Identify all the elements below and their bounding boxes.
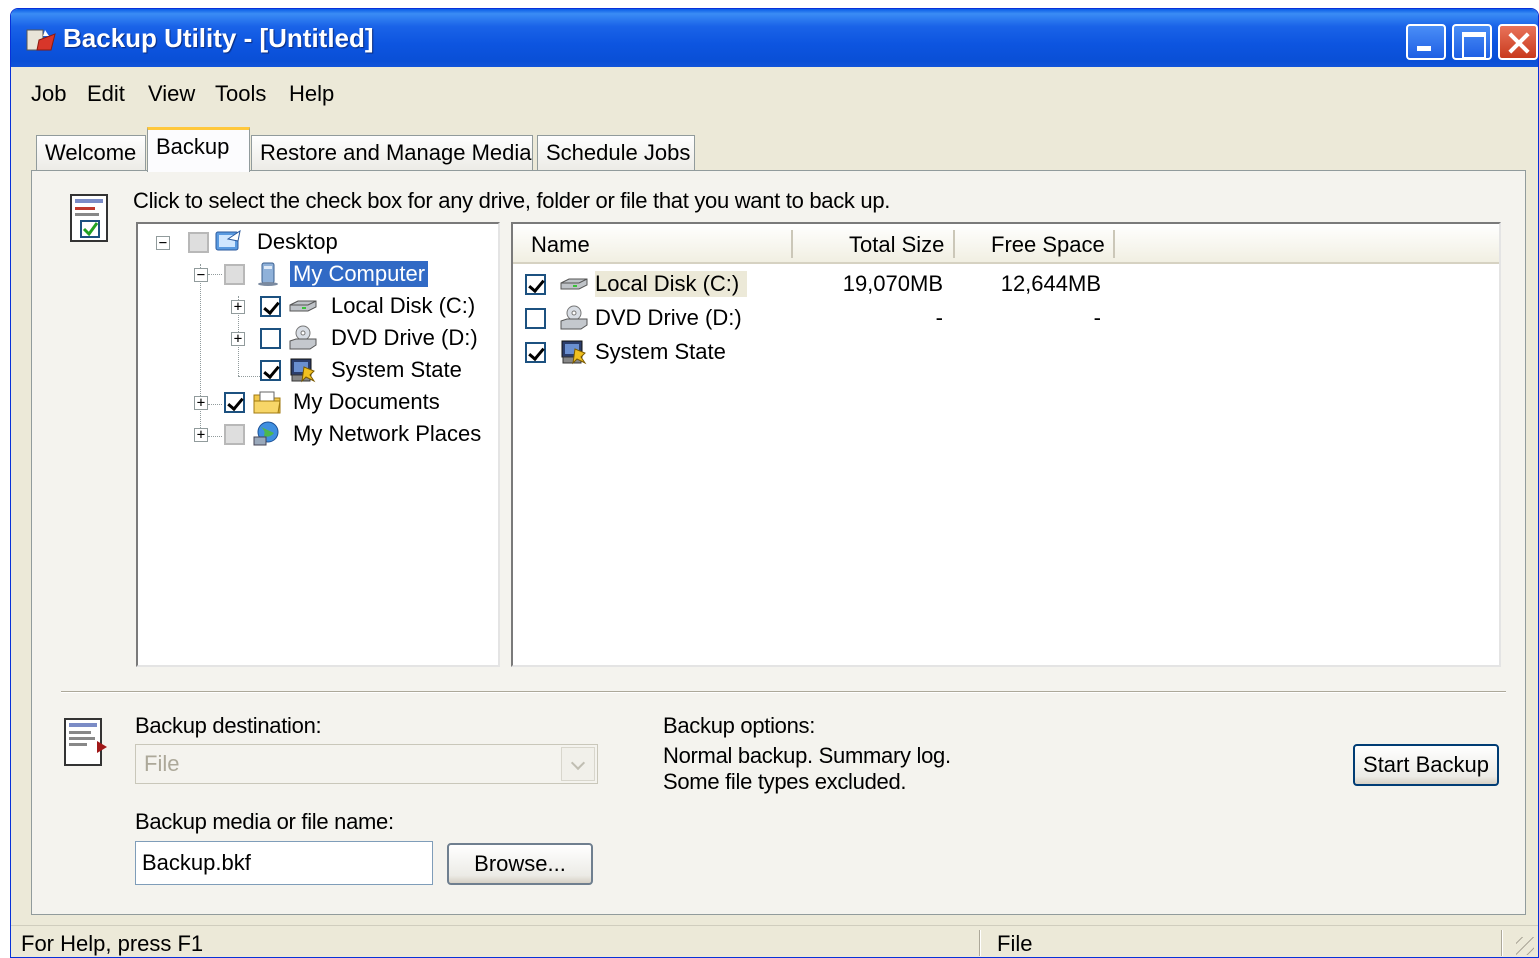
list-header: Name Total Size Free Space bbox=[513, 224, 1499, 264]
my-documents-icon bbox=[253, 391, 281, 414]
selection-tree[interactable]: − Desktop − My Computer + Local Disk (C:… bbox=[136, 222, 500, 667]
backup-utility-window: Backup Utility - [Untitled] Job Edit Vie… bbox=[10, 8, 1539, 958]
list-name-local-disk: Local Disk (C:) bbox=[595, 271, 748, 297]
menu-tools[interactable]: Tools bbox=[215, 81, 266, 107]
tree-checkbox-system-state[interactable] bbox=[260, 360, 281, 381]
tree-checkbox-my-network-places[interactable] bbox=[224, 424, 245, 445]
menu-job[interactable]: Job bbox=[31, 81, 66, 107]
menu-edit[interactable]: Edit bbox=[87, 81, 125, 107]
section-divider bbox=[61, 691, 1506, 693]
backup-media-input[interactable] bbox=[135, 841, 433, 885]
menu-help[interactable]: Help bbox=[289, 81, 334, 107]
maximize-button[interactable] bbox=[1452, 24, 1492, 60]
title-bar[interactable]: Backup Utility - [Untitled] bbox=[11, 9, 1538, 67]
tree-label-desktop: Desktop bbox=[257, 229, 338, 254]
tree-label-my-computer: My Computer bbox=[288, 260, 430, 288]
backup-options-label: Backup options: bbox=[663, 713, 816, 738]
menu-bar: Job Edit View Tools Help bbox=[11, 71, 1538, 111]
backup-options-line-1: Normal backup. Summary log. bbox=[663, 743, 951, 768]
tree-item-my-network-places[interactable]: + My Network Places bbox=[138, 420, 498, 450]
tab-restore-and-manage-media[interactable]: Restore and Manage Media bbox=[251, 135, 533, 171]
list-free-local-disk: 12,644MB bbox=[1000, 271, 1101, 296]
list-checkbox-dvd-drive[interactable] bbox=[525, 308, 546, 329]
list-row-local-disk[interactable]: Local Disk (C:) 19,070MB 12,644MB bbox=[513, 268, 1499, 300]
expand-icon[interactable]: + bbox=[194, 428, 208, 442]
expand-icon[interactable]: + bbox=[194, 396, 208, 410]
list-row-system-state[interactable]: System State bbox=[513, 336, 1499, 368]
hard-disk-icon bbox=[289, 300, 317, 312]
my-computer-icon bbox=[258, 262, 278, 286]
tree-item-local-disk[interactable]: + Local Disk (C:) bbox=[138, 292, 498, 322]
backup-destination-select[interactable]: File bbox=[135, 744, 598, 784]
list-row-dvd-drive[interactable]: DVD Drive (D:) - - bbox=[513, 302, 1499, 334]
window-title: Backup Utility - [Untitled] bbox=[63, 23, 374, 53]
list-checkbox-system-state[interactable] bbox=[525, 342, 546, 363]
list-free-dvd-drive: - bbox=[1093, 305, 1101, 330]
tree-label-dvd-drive: DVD Drive (D:) bbox=[331, 325, 478, 350]
list-name-dvd-drive: DVD Drive (D:) bbox=[595, 305, 742, 330]
hard-disk-icon bbox=[560, 278, 588, 290]
tree-checkbox-desktop[interactable] bbox=[188, 232, 209, 253]
network-places-icon bbox=[253, 421, 279, 446]
desktop-icon bbox=[215, 229, 241, 251]
list-checkbox-local-disk[interactable] bbox=[525, 274, 546, 295]
tab-strip: Welcome Backup Restore and Manage Media … bbox=[11, 127, 1538, 172]
tab-schedule-jobs[interactable]: Schedule Jobs bbox=[537, 135, 695, 171]
tree-item-system-state[interactable]: System State bbox=[138, 356, 498, 386]
selection-list[interactable]: Name Total Size Free Space Local Disk (C… bbox=[511, 222, 1501, 667]
status-bar: For Help, press F1 File bbox=[11, 925, 1538, 957]
tree-label-system-state: System State bbox=[331, 357, 462, 382]
column-header-name[interactable]: Name bbox=[531, 232, 590, 258]
close-button[interactable] bbox=[1498, 24, 1538, 60]
tree-item-desktop[interactable]: − Desktop bbox=[138, 228, 498, 258]
tab-backup[interactable]: Backup bbox=[147, 127, 250, 172]
backup-media-label: Backup media or file name: bbox=[135, 809, 394, 834]
backup-destination-value: File bbox=[144, 751, 180, 776]
tree-checkbox-my-documents[interactable] bbox=[224, 392, 245, 413]
list-total-local-disk: 19,070MB bbox=[842, 271, 943, 296]
menu-view[interactable]: View bbox=[148, 81, 195, 107]
tab-welcome[interactable]: Welcome bbox=[36, 135, 146, 171]
instruction-text: Click to select the check box for any dr… bbox=[133, 188, 891, 213]
tree-label-my-documents: My Documents bbox=[293, 389, 440, 414]
expand-icon[interactable]: + bbox=[231, 300, 245, 314]
status-help-text: For Help, press F1 bbox=[21, 931, 204, 956]
backup-destination-icon bbox=[64, 718, 107, 766]
dvd-drive-icon bbox=[560, 305, 588, 330]
checklist-icon bbox=[70, 194, 108, 242]
tree-item-my-documents[interactable]: + My Documents bbox=[138, 388, 498, 418]
list-total-dvd-drive: - bbox=[935, 305, 943, 330]
minimize-button[interactable] bbox=[1406, 24, 1446, 60]
tree-checkbox-local-disk[interactable] bbox=[260, 296, 281, 317]
tree-checkbox-dvd-drive[interactable] bbox=[260, 328, 281, 349]
chevron-down-icon[interactable] bbox=[561, 747, 595, 781]
tree-label-local-disk: Local Disk (C:) bbox=[331, 293, 476, 318]
collapse-icon[interactable]: − bbox=[194, 268, 208, 282]
resize-grip-icon[interactable] bbox=[1516, 937, 1534, 955]
backup-app-icon bbox=[26, 29, 56, 51]
backup-destination-label: Backup destination: bbox=[135, 713, 322, 738]
system-state-icon bbox=[561, 340, 587, 365]
collapse-icon[interactable]: − bbox=[156, 236, 170, 250]
status-mode-text: File bbox=[997, 931, 1033, 956]
browse-button[interactable]: Browse... bbox=[447, 843, 593, 885]
expand-icon[interactable]: + bbox=[231, 332, 245, 346]
backup-options-line-2: Some file types excluded. bbox=[663, 769, 907, 794]
list-name-system-state: System State bbox=[595, 339, 726, 364]
tree-item-my-computer[interactable]: − My Computer bbox=[138, 260, 498, 290]
tree-checkbox-my-computer[interactable] bbox=[224, 264, 245, 285]
dvd-drive-icon bbox=[289, 325, 317, 350]
system-state-icon bbox=[290, 358, 316, 383]
tree-item-dvd-drive[interactable]: + DVD Drive (D:) bbox=[138, 324, 498, 354]
column-header-total-size[interactable]: Total Size bbox=[849, 232, 944, 258]
tree-label-my-network-places: My Network Places bbox=[293, 421, 482, 446]
column-header-free-space[interactable]: Free Space bbox=[991, 232, 1105, 258]
start-backup-button[interactable]: Start Backup bbox=[1353, 744, 1499, 786]
